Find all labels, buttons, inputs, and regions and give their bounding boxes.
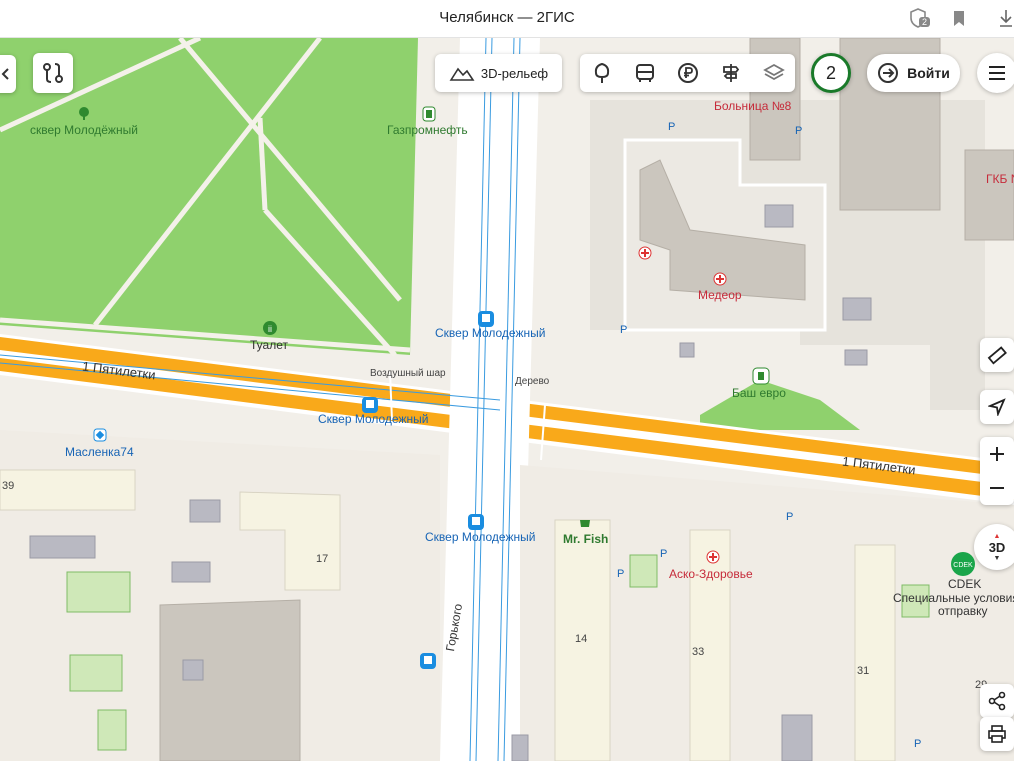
layers-icon[interactable] xyxy=(762,62,785,84)
parking-label: P xyxy=(914,738,922,750)
cdek-label[interactable]: CDEK xyxy=(948,577,981,591)
toilet-icon[interactable]: ii xyxy=(263,321,277,335)
layers-toolbar xyxy=(580,54,795,92)
menu-button[interactable] xyxy=(977,53,1014,93)
view-3d-label: 3D xyxy=(988,539,1006,555)
parking-label: P xyxy=(795,125,803,137)
bus-stop-bottom-icon[interactable] xyxy=(468,514,484,530)
gkb-label[interactable]: ГКБ N xyxy=(986,172,1014,186)
bus-stop-top-icon[interactable] xyxy=(478,311,494,327)
browser-topbar: Челябинск — 2ГИС 2 xyxy=(0,0,1014,38)
hamburger-icon xyxy=(989,66,1005,80)
parking-label: P xyxy=(668,121,676,133)
counter-value: 2 xyxy=(825,62,836,83)
map-area[interactable]: сквер Молодёжный Газпромнефть Больница №… xyxy=(0,38,1014,761)
asko-label[interactable]: Аско-Здоровье xyxy=(669,567,753,581)
notifications-badge: 2 xyxy=(919,17,931,27)
tree-label[interactable]: Дерево xyxy=(515,376,549,387)
signpost-layer-icon[interactable] xyxy=(720,62,742,84)
parking-label: P xyxy=(617,568,625,580)
map-canvas xyxy=(0,38,1014,761)
hospital-label[interactable]: Больница №8 xyxy=(714,99,791,113)
route-button[interactable] xyxy=(33,53,73,93)
cdek-logo-icon[interactable]: CDEK xyxy=(951,552,975,576)
download-icon[interactable] xyxy=(998,7,1014,29)
house-number-17: 17 xyxy=(316,553,329,565)
collapse-panel-button[interactable] xyxy=(0,55,16,93)
view-3d-button[interactable]: ▲ 3D ▼ xyxy=(974,524,1014,570)
medeor-label[interactable]: Медеор xyxy=(698,288,742,302)
bus-stop-bottom-label[interactable]: Сквер Молодежный xyxy=(425,530,535,544)
svg-text:ii: ii xyxy=(268,324,272,334)
tree-layer-icon[interactable] xyxy=(591,61,613,85)
bus-stop-left-label[interactable]: Сквер Молодежный xyxy=(318,412,428,426)
relief-3d-label: 3D-рельеф xyxy=(480,65,549,81)
bus-stop-south-icon[interactable] xyxy=(420,653,436,669)
bus-stop-top-label[interactable]: Сквер Молодежный xyxy=(435,326,545,340)
relief-3d-button[interactable]: 3D-рельеф xyxy=(435,54,562,92)
print-button[interactable] xyxy=(980,717,1014,751)
login-icon xyxy=(878,63,899,83)
bookmark-icon[interactable] xyxy=(948,7,970,29)
cdek-note-line2: отправку xyxy=(938,604,988,618)
compass-up-icon: ▲ xyxy=(993,532,1001,540)
login-button[interactable]: Войти xyxy=(867,54,960,92)
maslenka-label[interactable]: Масленка74 xyxy=(65,445,134,459)
mountain-icon xyxy=(449,67,475,81)
bash-gas-icon[interactable] xyxy=(752,367,770,385)
minus-icon xyxy=(990,487,1004,489)
zoom-control xyxy=(980,437,1014,505)
ruble-layer-icon[interactable] xyxy=(677,62,699,84)
shop-icon[interactable] xyxy=(578,516,592,530)
clinic-small-icon[interactable] xyxy=(638,246,652,260)
clinic-icon[interactable] xyxy=(713,272,727,286)
zoom-in-button[interactable] xyxy=(988,437,1006,471)
cdek-note-line1: Специальные условия xyxy=(893,591,1014,605)
house-number-31: 31 xyxy=(857,665,870,677)
bash-gas-label[interactable]: Баш евро xyxy=(732,386,786,400)
window-title: Челябинск — 2ГИС xyxy=(439,9,575,26)
share-button[interactable] xyxy=(980,684,1014,718)
login-label: Войти xyxy=(907,65,950,81)
maslenka-icon[interactable] xyxy=(93,428,107,442)
toilet-label[interactable]: Туалет xyxy=(250,338,288,352)
route-icon xyxy=(43,63,63,83)
parking-label: P xyxy=(620,324,628,336)
gas-station-icon[interactable] xyxy=(422,106,436,122)
plus-icon xyxy=(990,447,1004,461)
bus-stop-left-icon[interactable] xyxy=(362,397,378,413)
svg-text:CDEK: CDEK xyxy=(953,562,973,569)
printer-icon xyxy=(988,725,1006,743)
balloon-label[interactable]: Воздушный шар xyxy=(370,368,446,379)
asko-icon[interactable] xyxy=(706,550,720,564)
shield-notifications-icon[interactable]: 2 xyxy=(908,7,931,29)
parking-label: P xyxy=(660,548,668,560)
gas-station-label[interactable]: Газпромнефть xyxy=(387,123,468,137)
navigation-arrow-icon xyxy=(988,398,1006,416)
ruler-icon xyxy=(987,346,1007,365)
house-number-14: 14 xyxy=(575,633,588,645)
house-number-39: 39 xyxy=(2,480,15,492)
share-icon xyxy=(988,691,1006,711)
park-label[interactable]: сквер Молодёжный xyxy=(30,123,138,137)
zoom-out-button[interactable] xyxy=(988,471,1006,505)
transport-layer-icon[interactable] xyxy=(634,62,656,84)
ruler-button[interactable] xyxy=(980,338,1014,372)
chevron-left-icon xyxy=(1,68,9,80)
mrfish-label[interactable]: Mr. Fish xyxy=(563,532,608,546)
park-icon xyxy=(77,106,91,120)
house-number-33: 33 xyxy=(692,646,705,658)
counter-badge-button[interactable]: 2 xyxy=(811,53,851,93)
my-location-button[interactable] xyxy=(980,390,1014,424)
compass-down-icon: ▼ xyxy=(993,554,1001,562)
parking-label: P xyxy=(786,511,794,523)
